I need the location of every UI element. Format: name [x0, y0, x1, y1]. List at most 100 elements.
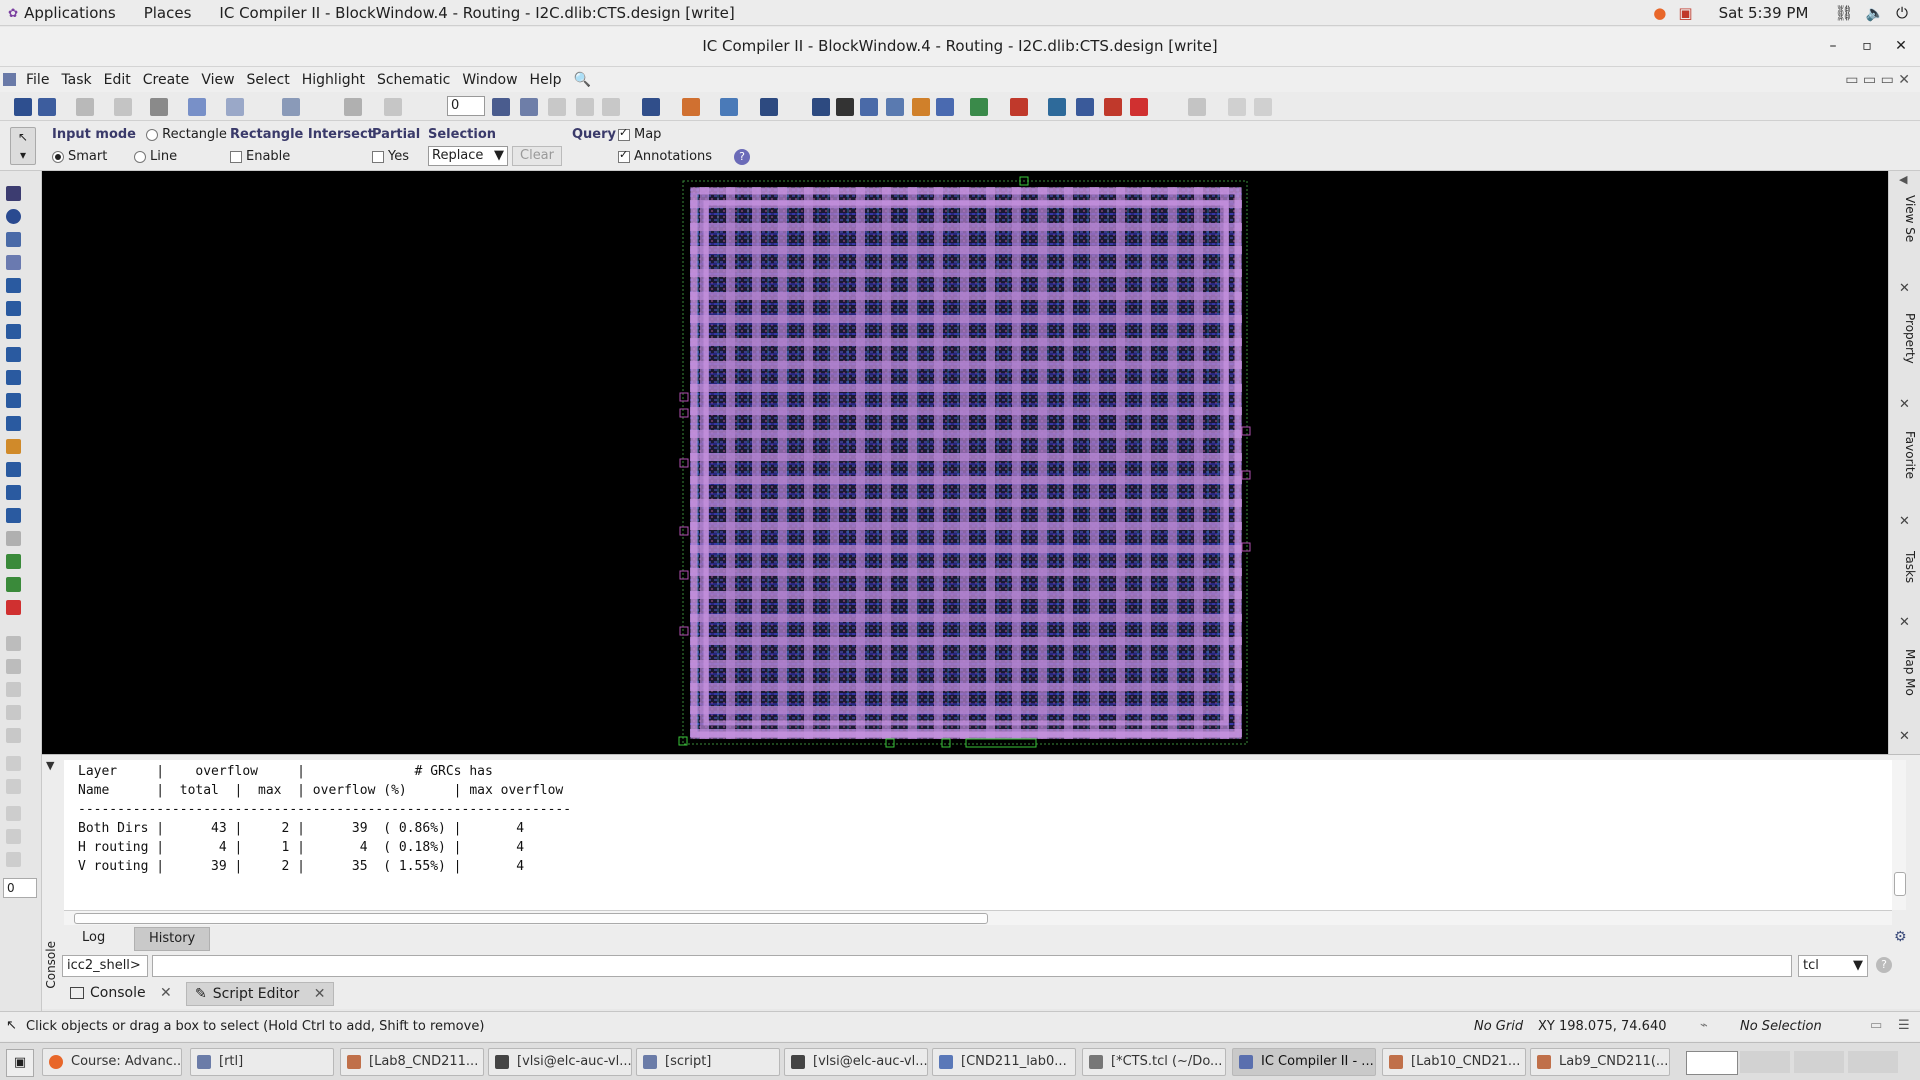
via-icon[interactable]	[6, 852, 21, 867]
dock-arrow-icon[interactable]: ◀	[1899, 173, 1907, 186]
brush-icon[interactable]	[6, 728, 21, 743]
workspace-1[interactable]	[1686, 1051, 1738, 1075]
close-icon[interactable]: ✕	[1899, 615, 1910, 630]
close-button[interactable]: ✕	[1890, 35, 1912, 57]
notification-tray-icon[interactable]: ▣	[1678, 4, 1692, 22]
info-icon[interactable]	[6, 209, 21, 224]
open-icon[interactable]	[14, 98, 32, 116]
taskbar-item-ic-compiler[interactable]: IC Compiler II - ...	[1232, 1048, 1376, 1076]
cell-icon[interactable]	[6, 347, 21, 362]
undo-icon[interactable]	[344, 98, 362, 116]
clear-button[interactable]: Clear	[512, 146, 562, 166]
close-icon[interactable]: ✕	[160, 985, 172, 1001]
taskbar-item-firefox[interactable]: Course: Advanc...	[42, 1048, 182, 1076]
annotations-checkbox[interactable]: Annotations	[618, 148, 712, 164]
places-menu[interactable]: Places	[130, 4, 206, 22]
timing-icon[interactable]	[1076, 98, 1094, 116]
refresh-icon[interactable]	[1228, 98, 1246, 116]
nets-icon[interactable]	[6, 577, 21, 592]
grid-icon[interactable]	[860, 98, 878, 116]
taskbar-item-rtl[interactable]: [rtl]	[190, 1048, 334, 1076]
pin-icon[interactable]	[6, 416, 21, 431]
zoom-level-input[interactable]: 0	[447, 96, 485, 116]
menu-window[interactable]: Window	[456, 72, 523, 88]
menu-view[interactable]: View	[195, 72, 240, 88]
close-icon[interactable]: ✕	[1899, 281, 1910, 296]
message-icon[interactable]	[642, 98, 660, 116]
report-vertical-scrollbar[interactable]	[1892, 760, 1906, 910]
snap-icon[interactable]: ⌁	[1700, 1018, 1708, 1033]
network-view-icon[interactable]	[970, 98, 988, 116]
selection-dropdown[interactable]: Replace ▼	[428, 146, 508, 166]
help-icon[interactable]: ?	[734, 149, 750, 165]
maximize-button[interactable]: ▫	[1856, 35, 1878, 57]
layer-icon[interactable]	[520, 98, 538, 116]
zoom-tool-icon[interactable]	[188, 98, 206, 116]
unlock-icon[interactable]	[6, 659, 21, 674]
menu-select[interactable]: Select	[241, 72, 296, 88]
fix-icon[interactable]	[6, 682, 21, 697]
menu-file[interactable]: File	[20, 72, 55, 88]
report-horizontal-scrollbar[interactable]	[64, 910, 1892, 925]
selection-tool-icon[interactable]	[492, 98, 510, 116]
rectangle-radio[interactable]: Rectangle	[146, 127, 227, 142]
chip-die[interactable]	[682, 180, 1248, 745]
save-icon[interactable]	[38, 98, 56, 116]
move-icon[interactable]	[6, 278, 21, 293]
flow-icon[interactable]	[912, 98, 930, 116]
tree-icon[interactable]	[936, 98, 954, 116]
dock-tab-view-settings[interactable]: View Se	[1893, 195, 1917, 285]
power-icon[interactable]: ⏻	[1896, 4, 1908, 22]
layout-view[interactable]	[42, 171, 1888, 754]
refresh-all-icon[interactable]	[1254, 98, 1272, 116]
settings-icon[interactable]	[1188, 98, 1206, 116]
split-icon[interactable]	[6, 393, 21, 408]
enable-checkbox[interactable]: Enable	[230, 149, 290, 164]
camera-icon[interactable]	[760, 98, 778, 116]
clock[interactable]: Sat 5:39 PM	[1719, 4, 1809, 22]
tab-script-editor[interactable]: ✎ Script Editor ✕	[186, 982, 335, 1006]
smart-radio[interactable]: Smart	[52, 149, 107, 164]
applications-menu[interactable]: Applications	[18, 4, 130, 22]
map-mode-icon[interactable]	[720, 98, 738, 116]
taskbar-item-terminal-2[interactable]: [vlsi@elc-auc-vl...	[784, 1048, 928, 1076]
lock-icon[interactable]	[6, 636, 21, 651]
cut-icon[interactable]	[114, 98, 132, 116]
layout-canvas[interactable]	[42, 171, 1888, 754]
bars-icon[interactable]	[6, 554, 21, 569]
workspace-2[interactable]	[1740, 1051, 1790, 1073]
command-input[interactable]	[152, 955, 1792, 977]
copy-icon[interactable]	[6, 462, 21, 477]
stretch-icon[interactable]	[6, 301, 21, 316]
cc-icon[interactable]	[812, 98, 830, 116]
left-value-input[interactable]: 0	[3, 878, 37, 898]
rectangle-icon[interactable]	[6, 255, 21, 270]
tab-history[interactable]: History	[134, 927, 211, 951]
mirror-icon[interactable]	[6, 324, 21, 339]
menu-help[interactable]: Help	[524, 72, 568, 88]
group-icon[interactable]	[6, 439, 21, 454]
eye-icon[interactable]	[836, 98, 854, 116]
align-center-icon[interactable]	[576, 98, 594, 116]
workspace-4[interactable]	[1848, 1051, 1898, 1073]
menu-highlight[interactable]: Highlight	[296, 72, 371, 88]
console-help-icon[interactable]: ?	[1876, 957, 1892, 973]
pencil-icon[interactable]	[76, 98, 94, 116]
find-icon[interactable]	[282, 98, 300, 116]
taskbar-item-cnd211-lab0[interactable]: [CND211_lab0...	[932, 1048, 1076, 1076]
taskbar-item-terminal-1[interactable]: [vlsi@elc-auc-vl...	[488, 1048, 632, 1076]
language-select[interactable]: tcl ▼	[1798, 955, 1868, 977]
workspace-3[interactable]	[1794, 1051, 1844, 1073]
edit-icon[interactable]	[6, 705, 21, 720]
graph-icon[interactable]	[886, 98, 904, 116]
close-icon[interactable]: ✕	[1899, 729, 1910, 744]
box-icon[interactable]	[6, 779, 21, 794]
menu-schematic[interactable]: Schematic	[371, 72, 456, 88]
select-mode-button[interactable]: ↖ ▾	[10, 127, 36, 165]
tab-console[interactable]: Console ✕	[70, 982, 172, 1004]
shape-icon[interactable]	[6, 756, 21, 771]
menu-task[interactable]: Task	[55, 72, 97, 88]
show-desktop-button[interactable]: ▣	[6, 1049, 34, 1077]
taskbar-item-lab10[interactable]: [Lab10_CND21...	[1382, 1048, 1526, 1076]
zoom-out-icon[interactable]	[226, 98, 244, 116]
